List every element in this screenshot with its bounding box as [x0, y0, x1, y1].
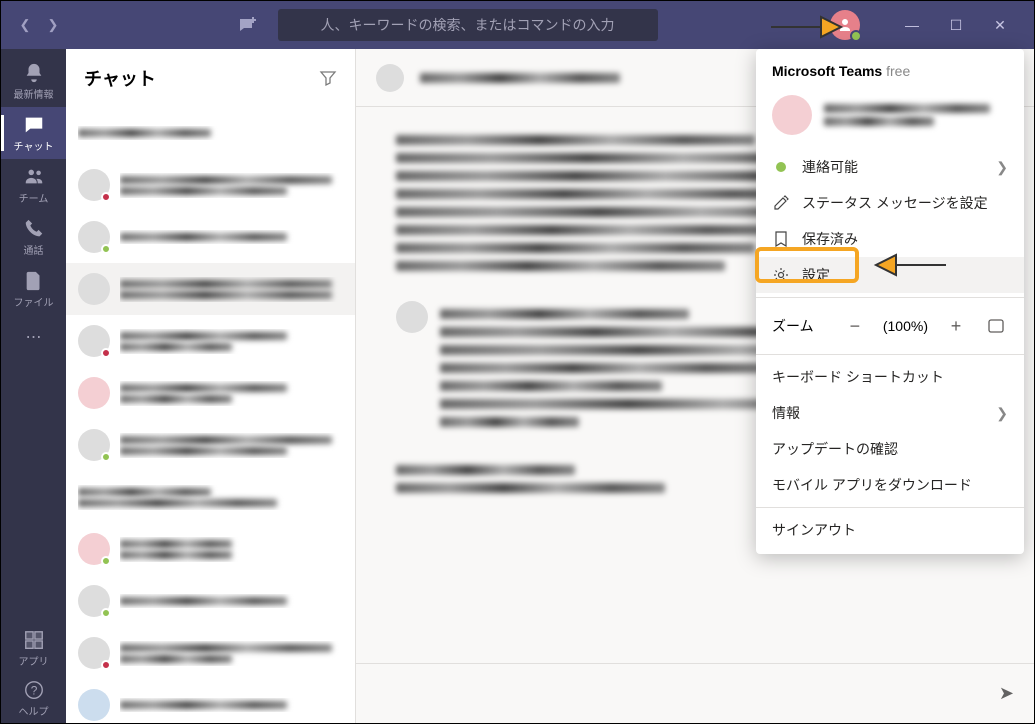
- list-item[interactable]: [66, 627, 355, 679]
- menu-sign-out[interactable]: サインアウト: [756, 512, 1024, 548]
- forward-button[interactable]: ❯: [41, 13, 65, 37]
- profile-menu-user: [756, 87, 1024, 149]
- chevron-right-icon: ❯: [996, 405, 1008, 422]
- rail-more[interactable]: ⋯: [1, 315, 66, 359]
- zoom-out-button[interactable]: −: [843, 314, 867, 338]
- rail-activity[interactable]: 最新情報: [1, 55, 66, 107]
- fullscreen-icon[interactable]: [984, 314, 1008, 338]
- rail-teams[interactable]: チーム: [1, 159, 66, 211]
- list-item[interactable]: [66, 575, 355, 627]
- gear-icon: [772, 266, 790, 284]
- title-bar: ❮ ❯ 人、キーワードの検索、またはコマンドの入力 — ☐ ✕: [1, 1, 1034, 49]
- list-item[interactable]: [66, 263, 355, 315]
- search-input[interactable]: 人、キーワードの検索、またはコマンドの入力: [278, 9, 658, 41]
- list-item[interactable]: [66, 523, 355, 575]
- edit-icon: [772, 194, 790, 212]
- rail-calls[interactable]: 通話: [1, 211, 66, 263]
- back-button[interactable]: ❮: [13, 13, 37, 37]
- zoom-in-button[interactable]: +: [944, 314, 968, 338]
- menu-set-status-message[interactable]: ステータス メッセージを設定: [756, 185, 1024, 221]
- filter-icon[interactable]: [319, 69, 337, 87]
- profile-avatar[interactable]: [830, 10, 860, 40]
- minimize-button[interactable]: —: [890, 5, 934, 45]
- rail-apps[interactable]: アプリ: [1, 623, 66, 673]
- list-item[interactable]: [66, 107, 355, 159]
- maximize-button[interactable]: ☐: [934, 5, 978, 45]
- profile-menu-title: Microsoft Teams free: [772, 63, 1008, 79]
- profile-menu: Microsoft Teams free 連絡可能 ❯ ステータス メッセージを…: [756, 49, 1024, 554]
- message-compose[interactable]: ➤: [356, 663, 1034, 723]
- list-item[interactable]: [66, 471, 355, 523]
- svg-text:?: ?: [30, 683, 37, 697]
- rail-help[interactable]: ? ヘルプ: [1, 673, 66, 723]
- menu-status[interactable]: 連絡可能 ❯: [756, 149, 1024, 185]
- conversation-avatar: [376, 64, 404, 92]
- presence-available-icon: [850, 30, 862, 42]
- app-rail: 最新情報 チャット チーム 通話 ファイル ⋯ アプリ ? ヘルプ: [1, 49, 66, 723]
- search-placeholder: 人、キーワードの検索、またはコマンドの入力: [321, 15, 615, 35]
- rail-chat[interactable]: チャット: [1, 107, 66, 159]
- presence-available-icon: [776, 162, 786, 172]
- list-item[interactable]: [66, 159, 355, 211]
- menu-download-mobile[interactable]: モバイル アプリをダウンロード: [756, 467, 1024, 503]
- menu-keyboard-shortcuts[interactable]: キーボード ショートカット: [756, 359, 1024, 395]
- avatar: [772, 95, 812, 135]
- menu-saved[interactable]: 保存済み: [756, 221, 1024, 257]
- chevron-right-icon: ❯: [996, 159, 1008, 176]
- menu-zoom: ズーム − (100%) +: [756, 302, 1024, 350]
- send-icon[interactable]: ➤: [999, 683, 1014, 704]
- list-item[interactable]: [66, 419, 355, 471]
- list-item[interactable]: [66, 211, 355, 263]
- list-item[interactable]: [66, 367, 355, 419]
- list-item[interactable]: [66, 315, 355, 367]
- menu-check-updates[interactable]: アップデートの確認: [756, 431, 1024, 467]
- list-item[interactable]: [66, 679, 355, 723]
- zoom-value: (100%): [883, 318, 928, 334]
- chat-list-pane: チャット: [66, 49, 356, 723]
- bookmark-icon: [772, 230, 790, 248]
- chat-list-title: チャット: [84, 65, 156, 91]
- close-button[interactable]: ✕: [978, 5, 1022, 45]
- new-message-icon[interactable]: [238, 15, 258, 35]
- rail-files[interactable]: ファイル: [1, 263, 66, 315]
- menu-about[interactable]: 情報❯: [756, 395, 1024, 431]
- menu-settings[interactable]: 設定: [756, 257, 1024, 293]
